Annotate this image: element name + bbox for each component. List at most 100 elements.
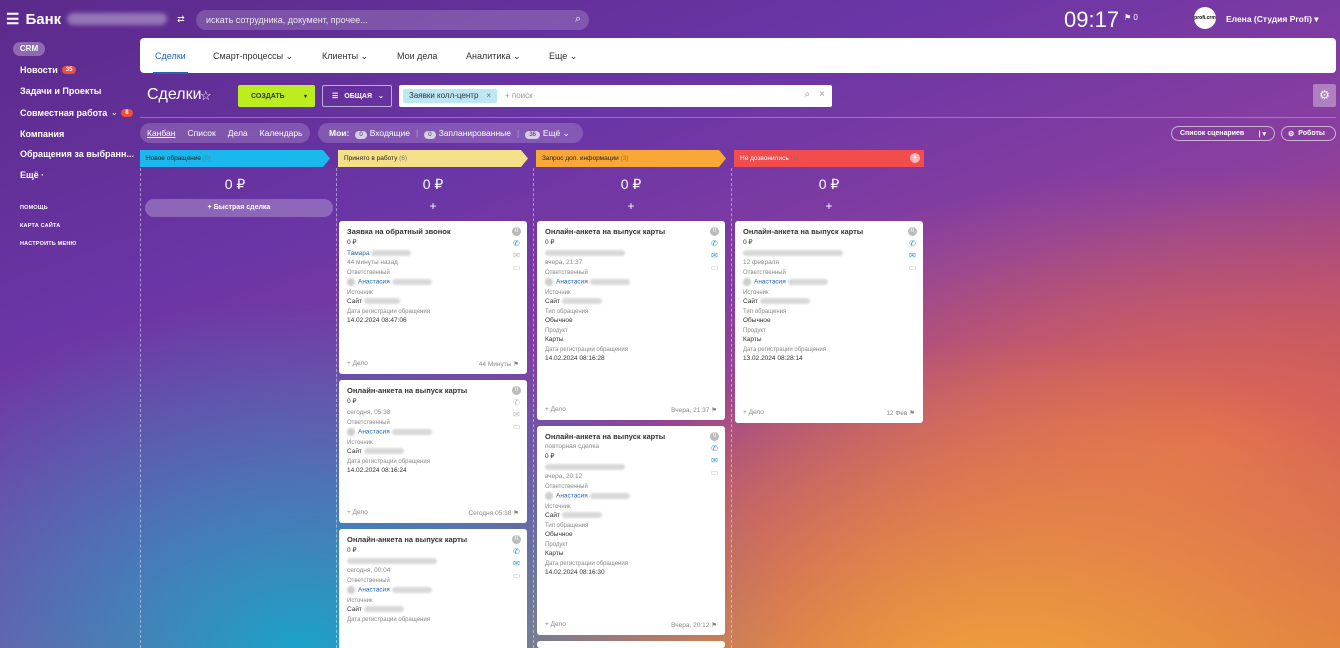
chat-icon[interactable]: ▭	[909, 263, 917, 272]
column-settings-icon[interactable]: +	[910, 153, 920, 163]
view-list[interactable]: Список	[187, 128, 215, 138]
settings-gear-icon[interactable]: ⚙	[1313, 84, 1336, 107]
mail-icon[interactable]: ✉	[513, 559, 520, 568]
phone-icon[interactable]: ✆	[711, 239, 718, 248]
deal-title[interactable]: Онлайн-анкета на выпуск карты	[347, 535, 519, 544]
add-activity-button[interactable]: + Дело	[545, 406, 566, 414]
mail-icon[interactable]: ✉	[711, 251, 718, 260]
deal-card[interactable]: Онлайн-анкета на выпуск карты 0 ₽ вчера,…	[537, 221, 725, 420]
chat-icon[interactable]: ▭	[513, 422, 521, 431]
notifications-flag-icon[interactable]: ⚑ 0	[1124, 13, 1138, 22]
deal-card-partial[interactable]	[537, 641, 725, 648]
chat-icon[interactable]: ▭	[711, 263, 719, 272]
mail-icon[interactable]: ✉	[711, 456, 718, 465]
pipeline-select[interactable]: ☰ ОБЩАЯ ⌄	[322, 85, 392, 107]
quick-deal-button[interactable]: + Быстрая сделка	[145, 199, 333, 217]
phone-icon[interactable]: ✆	[909, 239, 916, 248]
sidebar-configure-menu[interactable]: НАСТРОИТЬ МЕНЮ	[20, 241, 76, 247]
responsible-link[interactable]: Анастасия	[754, 279, 786, 286]
deal-card[interactable]: Онлайн-анкета на выпуск карты 0 ₽ сегодн…	[339, 380, 527, 523]
responsible-link[interactable]: Анастасия	[358, 429, 390, 436]
add-deal-plus[interactable]: +	[536, 199, 726, 213]
menu-icon[interactable]: ☰	[6, 10, 19, 28]
counter-planned[interactable]: 0 Запланированные	[424, 128, 511, 139]
column-header[interactable]: Запрос доп. информации (3)	[536, 150, 726, 167]
tab-my-activities[interactable]: Мои дела	[397, 51, 437, 61]
sidebar-sitemap[interactable]: КАРТА САЙТА	[20, 223, 60, 229]
sidebar-help[interactable]: ПОМОЩЬ	[20, 205, 48, 211]
deal-title[interactable]: Онлайн-анкета на выпуск карты	[545, 432, 717, 441]
column-header[interactable]: Не дозвонились (1) +	[734, 150, 924, 167]
app-logo[interactable]: ☰ Банк ⇄	[6, 10, 185, 29]
filter-search-input[interactable]: Заявки колл-центр × + поиск ⌕ ×	[399, 85, 832, 107]
page-title: Сделки	[147, 86, 202, 103]
filter-icon: ☰	[332, 93, 339, 100]
add-activity-button[interactable]: + Дело	[545, 621, 566, 629]
kanban-column-accepted: Принято в работу (6) 0 ₽ +	[338, 150, 528, 213]
user-menu[interactable]: Елена (Студия Profi) ▾	[1226, 14, 1319, 25]
deal-title[interactable]: Онлайн-анкета на выпуск карты	[347, 386, 519, 395]
kanban-column-new: Новое обращение (0) 0 ₽	[140, 150, 330, 193]
column-header[interactable]: Новое обращение (0)	[140, 150, 330, 167]
sidebar-crm[interactable]: CRM	[13, 42, 45, 56]
deal-title[interactable]: Онлайн-анкета на выпуск карты	[545, 227, 717, 236]
sidebar-item-collab[interactable]: Совместная работа ⌄ 8	[20, 108, 133, 118]
chat-icon[interactable]: ▭	[513, 571, 521, 580]
filter-chip[interactable]: Заявки колл-центр ×	[403, 89, 498, 103]
add-deal-plus[interactable]: +	[338, 199, 528, 213]
client-link[interactable]: Тамара	[347, 250, 370, 257]
deal-card[interactable]: Онлайн-анкета на выпуск карты 0 ₽ сегодн…	[339, 529, 527, 648]
deal-card[interactable]: Заявка на обратный звонок 0 ₽ Тамара 44 …	[339, 221, 527, 374]
create-button[interactable]: СОЗДАТЬ ▾	[238, 85, 315, 107]
sidebar-item-news[interactable]: Новости 35	[20, 65, 77, 75]
mail-icon[interactable]: ✉	[513, 251, 520, 260]
view-kanban[interactable]: Канбан	[147, 128, 175, 138]
avatar[interactable]: profi.crm	[1194, 7, 1216, 29]
deal-card[interactable]: Онлайн-анкета на выпуск карты 0 ₽ 12 фев…	[735, 221, 923, 423]
sidebar-item-tasks[interactable]: Задачи и Проекты	[20, 86, 102, 96]
mail-icon[interactable]: ✉	[513, 410, 520, 419]
tab-smart-processes[interactable]: Смарт-процессы ⌄	[213, 51, 293, 62]
deal-date: 44 минуты назад	[347, 259, 398, 266]
robots-button[interactable]: ⚙ Роботы	[1281, 126, 1336, 141]
counter-more[interactable]: 36 Ещё ⌄	[525, 128, 570, 139]
view-activities[interactable]: Дела	[228, 128, 248, 138]
phone-icon[interactable]: ✆	[513, 398, 520, 407]
chevron-down-icon[interactable]: ▾	[304, 93, 307, 100]
phone-icon[interactable]: ✆	[513, 547, 520, 556]
tab-deals[interactable]: Сделки	[153, 51, 188, 74]
deal-title[interactable]: Заявка на обратный звонок	[347, 227, 519, 236]
global-search-input[interactable]: искать сотрудника, документ, прочее... ⌕	[196, 10, 589, 30]
add-activity-button[interactable]: + Дело	[743, 409, 764, 417]
search-icon[interactable]: ⌕	[804, 89, 810, 100]
clear-icon[interactable]: ×	[819, 89, 825, 100]
chat-icon[interactable]: ▭	[513, 263, 521, 272]
responsible-link[interactable]: Анастасия	[358, 279, 390, 286]
responsible-link[interactable]: Анастасия	[556, 493, 588, 500]
mail-icon[interactable]: ✉	[909, 251, 916, 260]
sidebar-item-more[interactable]: Ещё ·	[20, 170, 44, 180]
deal-title[interactable]: Онлайн-анкета на выпуск карты	[743, 227, 915, 236]
star-icon[interactable]: ☆	[200, 88, 212, 104]
column-header[interactable]: Принято в работу (6)	[338, 150, 528, 167]
view-calendar[interactable]: Календарь	[260, 128, 303, 138]
close-icon[interactable]: ×	[486, 91, 491, 100]
add-activity-button[interactable]: + Дело	[347, 509, 368, 517]
deal-card[interactable]: Онлайн-анкета на выпуск карты повторная …	[537, 426, 725, 635]
responsible-link[interactable]: Анастасия	[556, 279, 588, 286]
tab-clients[interactable]: Клиенты ⌄	[322, 51, 368, 62]
tab-analytics[interactable]: Аналитика ⌄	[466, 51, 521, 62]
chat-icon[interactable]: ▭	[711, 468, 719, 477]
column-divider	[731, 168, 732, 648]
phone-icon[interactable]: ✆	[711, 444, 718, 453]
responsible-link[interactable]: Анастасия	[358, 587, 390, 594]
swap-icon[interactable]: ⇄	[177, 14, 185, 25]
add-deal-plus[interactable]: +	[734, 199, 924, 213]
counter-incoming[interactable]: 0 Входящие	[355, 128, 410, 139]
sidebar-item-requests[interactable]: Обращения за выбранн...	[20, 149, 134, 159]
scenarios-button[interactable]: Список сценариев | ▾	[1171, 126, 1275, 141]
phone-icon[interactable]: ✆	[513, 239, 520, 248]
tab-more[interactable]: Еще ⌄	[549, 51, 577, 62]
add-activity-button[interactable]: + Дело	[347, 360, 368, 368]
sidebar-item-company[interactable]: Компания	[20, 129, 64, 139]
